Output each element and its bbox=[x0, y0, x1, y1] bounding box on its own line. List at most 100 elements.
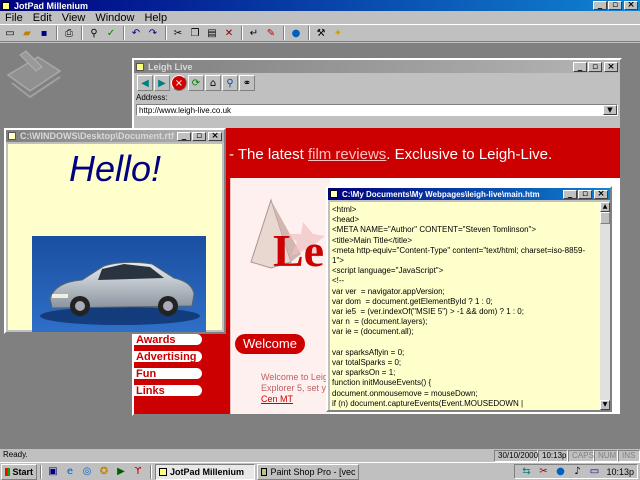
home-icon[interactable]: ⌂ bbox=[205, 75, 221, 91]
tray-display-icon[interactable]: ▭ bbox=[586, 464, 602, 480]
banner-link[interactable]: film reviews bbox=[308, 146, 386, 163]
options-icon[interactable]: ✎ bbox=[263, 25, 279, 41]
banner-lead: - The latest bbox=[229, 146, 308, 163]
nav-awards[interactable]: Awards bbox=[134, 332, 204, 347]
document-title: C:\WINDOWS\Desktop\Document.rtf bbox=[20, 131, 174, 141]
nav-advertising[interactable]: Advertising bbox=[134, 349, 204, 364]
toolbar-separator bbox=[165, 26, 167, 40]
scroll-thumb[interactable] bbox=[600, 212, 610, 224]
maximize-button[interactable]: ▫ bbox=[608, 1, 622, 10]
taskbar-separator bbox=[150, 464, 152, 479]
code-scrollbar[interactable]: ▲ ▼ bbox=[600, 202, 610, 410]
code-line: var totalSparks = 0; bbox=[332, 358, 402, 368]
toolbar-separator bbox=[308, 26, 310, 40]
close-button[interactable]: × bbox=[624, 1, 638, 10]
start-label: Start bbox=[12, 466, 33, 477]
browser-titlebar[interactable]: Leigh Live _ ▫ × bbox=[134, 60, 620, 73]
quicklaunch-winamp-icon[interactable]: ϒ bbox=[130, 464, 146, 480]
quicklaunch-outlook-icon[interactable]: ◎ bbox=[79, 464, 95, 480]
menu-edit[interactable]: Edit bbox=[28, 11, 57, 25]
tools-icon[interactable]: ⚒ bbox=[313, 25, 329, 41]
address-dropdown-icon[interactable]: ▼ bbox=[603, 105, 617, 115]
back-icon[interactable]: ◀ bbox=[137, 75, 153, 91]
save-icon[interactable]: ▪ bbox=[36, 25, 52, 41]
code-line: <script language="JavaScript"> bbox=[332, 266, 444, 276]
document-minimize-button[interactable]: _ bbox=[177, 131, 191, 141]
tray-tool-icon[interactable]: ✂ bbox=[535, 464, 551, 480]
browser-close-button[interactable]: × bbox=[604, 61, 618, 72]
search-icon[interactable]: ⚲ bbox=[222, 75, 238, 91]
code-minimize-button[interactable]: _ bbox=[563, 189, 577, 199]
browser-maximize-button[interactable]: ▫ bbox=[588, 61, 602, 72]
code-maximize-button[interactable]: ▫ bbox=[578, 189, 592, 199]
menu-view[interactable]: View bbox=[57, 11, 91, 25]
code-window: C:\My Documents\My Webpages\leigh-live\m… bbox=[326, 186, 612, 412]
toolbar: ▭ ▰ ▪ ⎙ ⚲ ✓ ↶ ↷ ✂ ❐ ▤ ✕ ↵ ✎ ● ⚒ ✦ bbox=[0, 24, 640, 42]
toolbar-separator bbox=[241, 26, 243, 40]
address-bar[interactable]: http://www.leigh-live.co.uk ▼ bbox=[136, 104, 618, 116]
quicklaunch-desktop-icon[interactable]: ▣ bbox=[45, 464, 61, 480]
status-ins: INS bbox=[618, 450, 640, 462]
system-tray: ⇆ ✂ ● ♪ ▭ 10:13p bbox=[514, 464, 638, 479]
copy-icon[interactable]: ❐ bbox=[187, 25, 203, 41]
code-titlebar[interactable]: C:\My Documents\My Webpages\leigh-live\m… bbox=[328, 188, 610, 200]
print-icon[interactable]: ⎙ bbox=[61, 25, 77, 41]
code-line: var sparksOn = 1; bbox=[332, 368, 396, 378]
document-close-button[interactable]: × bbox=[208, 131, 222, 141]
new-icon[interactable]: ▭ bbox=[2, 25, 18, 41]
tray-clock[interactable]: 10:13p bbox=[606, 467, 634, 477]
tip-icon[interactable]: ✦ bbox=[330, 25, 346, 41]
address-input[interactable]: http://www.leigh-live.co.uk bbox=[137, 106, 602, 115]
code-line: <META NAME="Author" CONTENT="Steven Toml… bbox=[332, 225, 537, 235]
code-close-button[interactable]: × bbox=[594, 189, 608, 199]
spell-icon[interactable]: ✓ bbox=[103, 25, 119, 41]
body-link[interactable]: Cen MT bbox=[261, 394, 293, 404]
cut-icon[interactable]: ✂ bbox=[170, 25, 186, 41]
paste-icon[interactable]: ▤ bbox=[204, 25, 220, 41]
code-lines: <html> <head> <META NAME="Author" CONTENT=… bbox=[332, 205, 600, 410]
nav-fun[interactable]: Fun bbox=[134, 366, 204, 381]
document-maximize-button[interactable]: ▫ bbox=[192, 131, 206, 141]
code-editor[interactable]: <html> <head> <META NAME="Author" CONTENT=… bbox=[330, 202, 600, 410]
toolbar-separator bbox=[123, 26, 125, 40]
quicklaunch-channels-icon[interactable]: ✪ bbox=[96, 464, 112, 480]
open-icon[interactable]: ▰ bbox=[19, 25, 35, 41]
menu-file[interactable]: File bbox=[0, 11, 28, 25]
redo-icon[interactable]: ↷ bbox=[145, 25, 161, 41]
stop-icon[interactable]: × bbox=[171, 75, 187, 91]
history-icon[interactable]: ⚭ bbox=[239, 75, 255, 91]
quicklaunch-media-icon[interactable]: ▶ bbox=[113, 464, 129, 480]
menu-window[interactable]: Window bbox=[90, 11, 139, 25]
code-line: var ie = (document.all); bbox=[332, 327, 414, 337]
document-titlebar[interactable]: C:\WINDOWS\Desktop\Document.rtf _ ▫ × bbox=[6, 130, 224, 142]
app-title: JotPad Millenium bbox=[14, 0, 89, 11]
wrap-icon[interactable]: ↵ bbox=[246, 25, 262, 41]
nav-links[interactable]: Links bbox=[134, 383, 204, 398]
task-jotpad[interactable]: JotPad Millenium bbox=[155, 463, 255, 480]
browser-minimize-button[interactable]: _ bbox=[573, 61, 587, 72]
start-button[interactable]: Start bbox=[1, 463, 37, 480]
web-icon[interactable]: ● bbox=[288, 25, 304, 41]
logo-text: Le bbox=[273, 225, 325, 276]
tray-network-icon[interactable]: ⇆ bbox=[518, 464, 534, 480]
document-app-icon bbox=[8, 132, 16, 140]
scroll-down-icon[interactable]: ▼ bbox=[600, 400, 610, 410]
status-bar: Ready. 30/10/2000 10:13p CAPS NUM INS bbox=[0, 450, 640, 462]
delete-icon[interactable]: ✕ bbox=[221, 25, 237, 41]
tray-volume-icon[interactable]: ♪ bbox=[569, 464, 585, 480]
undo-icon[interactable]: ↶ bbox=[128, 25, 144, 41]
forward-icon[interactable]: ▶ bbox=[154, 75, 170, 91]
refresh-icon[interactable]: ⟳ bbox=[188, 75, 204, 91]
document-content[interactable]: Hello! bbox=[8, 144, 222, 332]
tray-globe-icon[interactable]: ● bbox=[552, 464, 568, 480]
find-icon[interactable]: ⚲ bbox=[86, 25, 102, 41]
task-paintshop-icon bbox=[261, 467, 268, 476]
quicklaunch-ie-icon[interactable]: e bbox=[62, 464, 78, 480]
minimize-button[interactable]: _ bbox=[593, 1, 607, 10]
welcome-button[interactable]: Welcome bbox=[235, 334, 305, 354]
menu-help[interactable]: Help bbox=[139, 11, 172, 25]
task-paintshop[interactable]: Paint Shop Pro - [vectra_g... bbox=[257, 463, 359, 480]
scroll-up-icon[interactable]: ▲ bbox=[600, 202, 610, 212]
main-titlebar[interactable]: JotPad Millenium _ ▫ × bbox=[0, 0, 640, 11]
logo-panel: Le Welcome Welcome to Leigh Explorer 5, … bbox=[230, 178, 333, 414]
